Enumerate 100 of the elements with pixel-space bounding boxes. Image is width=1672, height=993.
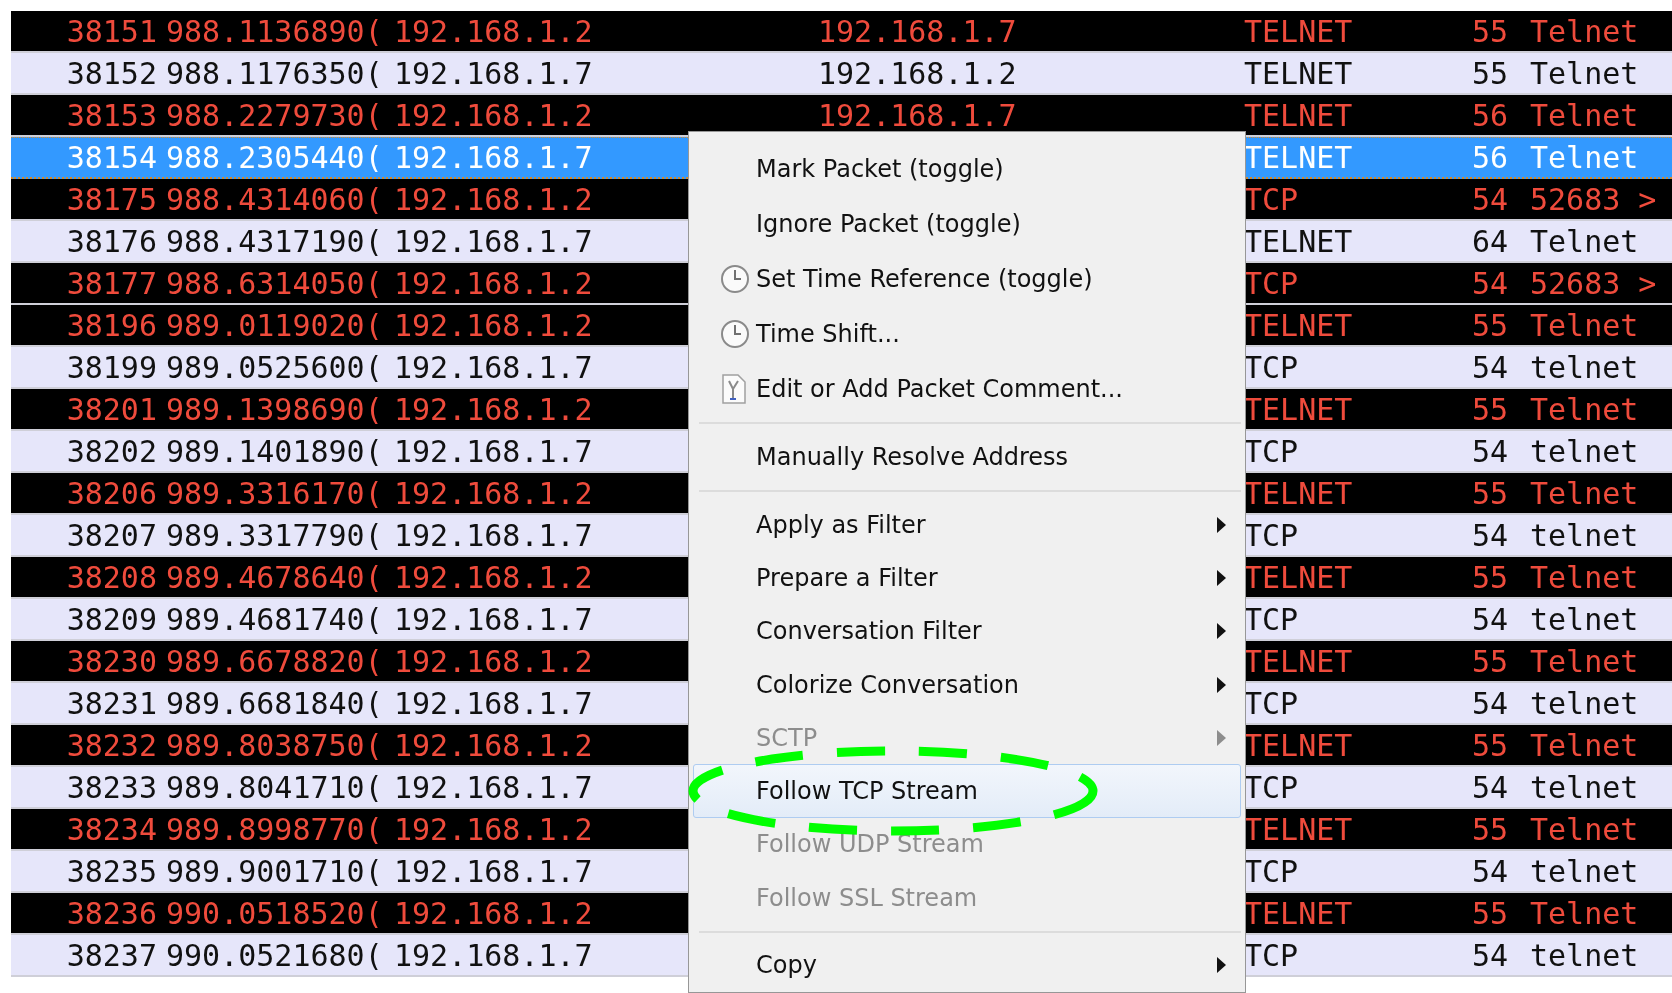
table-cell-text: 38232: [65, 727, 158, 763]
table-cell: 55: [1472, 643, 1509, 679]
table-cell-text: telnet: [1529, 685, 1639, 721]
table-cell: 192.168.1.7: [394, 937, 593, 973]
table-cell: 192.168.1.2: [394, 811, 593, 847]
table-cell: 192.168.1.2: [394, 307, 593, 343]
table-cell: 192.168.1.7: [394, 601, 593, 637]
table-cell: 989.4681740(: [166, 601, 383, 637]
table-cell: TELNET: [1244, 559, 1353, 595]
table-cell-text: 52683 >: [1529, 181, 1657, 217]
table-cell: 192.168.1.2: [394, 895, 593, 931]
table-cell: 989.1401890(: [166, 433, 383, 469]
table-cell: 192.168.1.7: [394, 349, 593, 385]
table-cell-text: 38236: [65, 895, 158, 931]
table-cell: 988.1176350(: [166, 55, 383, 91]
table-cell-text: Telnet: [1529, 811, 1639, 847]
table-cell-text: 38176: [65, 223, 158, 259]
table-cell: TELNET: [1244, 391, 1353, 427]
table-cell: 56: [1472, 97, 1509, 133]
table-cell: 989.3316170(: [166, 475, 383, 511]
table-cell: 55: [1472, 391, 1509, 427]
table-cell: TELNET: [1244, 895, 1353, 931]
table-cell: TCP: [1244, 853, 1299, 889]
table-cell-text: 38151: [65, 13, 158, 49]
table-cell: 54: [1472, 349, 1509, 385]
table-cell: 989.0119020(: [166, 307, 383, 343]
table-cell: 192.168.1.7: [394, 853, 593, 889]
table-cell: TELNET: [1244, 13, 1353, 49]
table-cell: 989.9001710(: [166, 853, 383, 889]
table-cell-text: 38153: [65, 97, 158, 133]
table-cell: 192.168.1.2: [394, 13, 593, 49]
table-cell-text: Telnet: [1529, 223, 1639, 259]
table-cell-text: 38154: [65, 140, 158, 175]
table-cell: 55: [1472, 307, 1509, 343]
table-cell: 192.168.1.2: [394, 559, 593, 595]
table-cell: 192.168.1.2: [394, 727, 593, 763]
table-cell-text: Telnet: [1529, 895, 1639, 931]
table-cell-text: Telnet: [1529, 140, 1639, 175]
table-cell-text: 38199: [65, 349, 158, 385]
table-cell: 192.168.1.2: [818, 55, 1017, 91]
table-cell: 54: [1472, 769, 1509, 805]
table-cell-text: Telnet: [1529, 391, 1639, 427]
table-cell: TCP: [1244, 517, 1299, 553]
table-cell: 192.168.1.7: [394, 55, 593, 91]
table-cell: TCP: [1244, 769, 1299, 805]
table-cell-text: 38209: [65, 601, 158, 637]
table-cell: 55: [1472, 13, 1509, 49]
table-cell-text: Telnet: [1529, 55, 1639, 91]
table-cell: 988.2279730(: [166, 97, 383, 133]
table-cell: 192.168.1.2: [394, 265, 593, 301]
table-cell-text: telnet: [1529, 853, 1639, 889]
table-cell: 192.168.1.7: [394, 769, 593, 805]
table-cell: 989.3317790(: [166, 517, 383, 553]
table-cell-text: 38206: [65, 475, 158, 511]
table-cell-text: Telnet: [1529, 643, 1639, 679]
table-cell: 192.168.1.7: [394, 140, 593, 175]
table-cell-text: telnet: [1529, 601, 1639, 637]
table-cell: TELNET: [1244, 97, 1353, 133]
table-cell: 989.6678820(: [166, 643, 383, 679]
table-cell: TELNET: [1244, 307, 1353, 343]
table-cell: 988.2305440(: [166, 140, 383, 175]
table-cell: TCP: [1244, 685, 1299, 721]
table-cell: 56: [1472, 140, 1509, 175]
table-cell: 990.0521680(: [166, 937, 383, 973]
table-cell-text: 38208: [65, 559, 158, 595]
table-cell-text: Telnet: [1529, 475, 1639, 511]
table-cell: 55: [1472, 559, 1509, 595]
table-cell: TELNET: [1244, 475, 1353, 511]
table-cell-text: Telnet: [1529, 559, 1639, 595]
table-cell: 989.8041710(: [166, 769, 383, 805]
table-cell-text: telnet: [1529, 349, 1639, 385]
table-cell-text: 38234: [65, 811, 158, 847]
table-cell: 192.168.1.7: [818, 13, 1017, 49]
table-cell: 54: [1472, 265, 1509, 301]
table-cell: 55: [1472, 475, 1509, 511]
table-cell: 55: [1472, 727, 1509, 763]
table-cell-text: 38235: [65, 853, 158, 889]
table-cell-text: telnet: [1529, 769, 1639, 805]
table-cell: 192.168.1.7: [394, 517, 593, 553]
table-cell: 988.4317190(: [166, 223, 383, 259]
table-cell: TCP: [1244, 349, 1299, 385]
table-cell: TCP: [1244, 937, 1299, 973]
table-cell-text: 38237: [65, 937, 158, 973]
table-cell: 988.1136890(: [166, 13, 383, 49]
table-cell-text: 38230: [65, 643, 158, 679]
table-cell-text: Telnet: [1529, 97, 1639, 133]
table-cell: TELNET: [1244, 140, 1353, 175]
table-cell: 192.168.1.7: [394, 685, 593, 721]
table-cell: 989.4678640(: [166, 559, 383, 595]
table-cell-text: 38177: [65, 265, 158, 301]
table-cell: TELNET: [1244, 643, 1353, 679]
table-cell: 990.0518520(: [166, 895, 383, 931]
table-cell: 55: [1472, 811, 1509, 847]
table-cell-text: 38196: [65, 307, 158, 343]
table-cell: 192.168.1.2: [394, 97, 593, 133]
table-cell: TELNET: [1244, 727, 1353, 763]
table-cell: TELNET: [1244, 811, 1353, 847]
table-cell: 192.168.1.2: [394, 643, 593, 679]
table-cell: 54: [1472, 685, 1509, 721]
table-cell-text: 38152: [65, 55, 158, 91]
